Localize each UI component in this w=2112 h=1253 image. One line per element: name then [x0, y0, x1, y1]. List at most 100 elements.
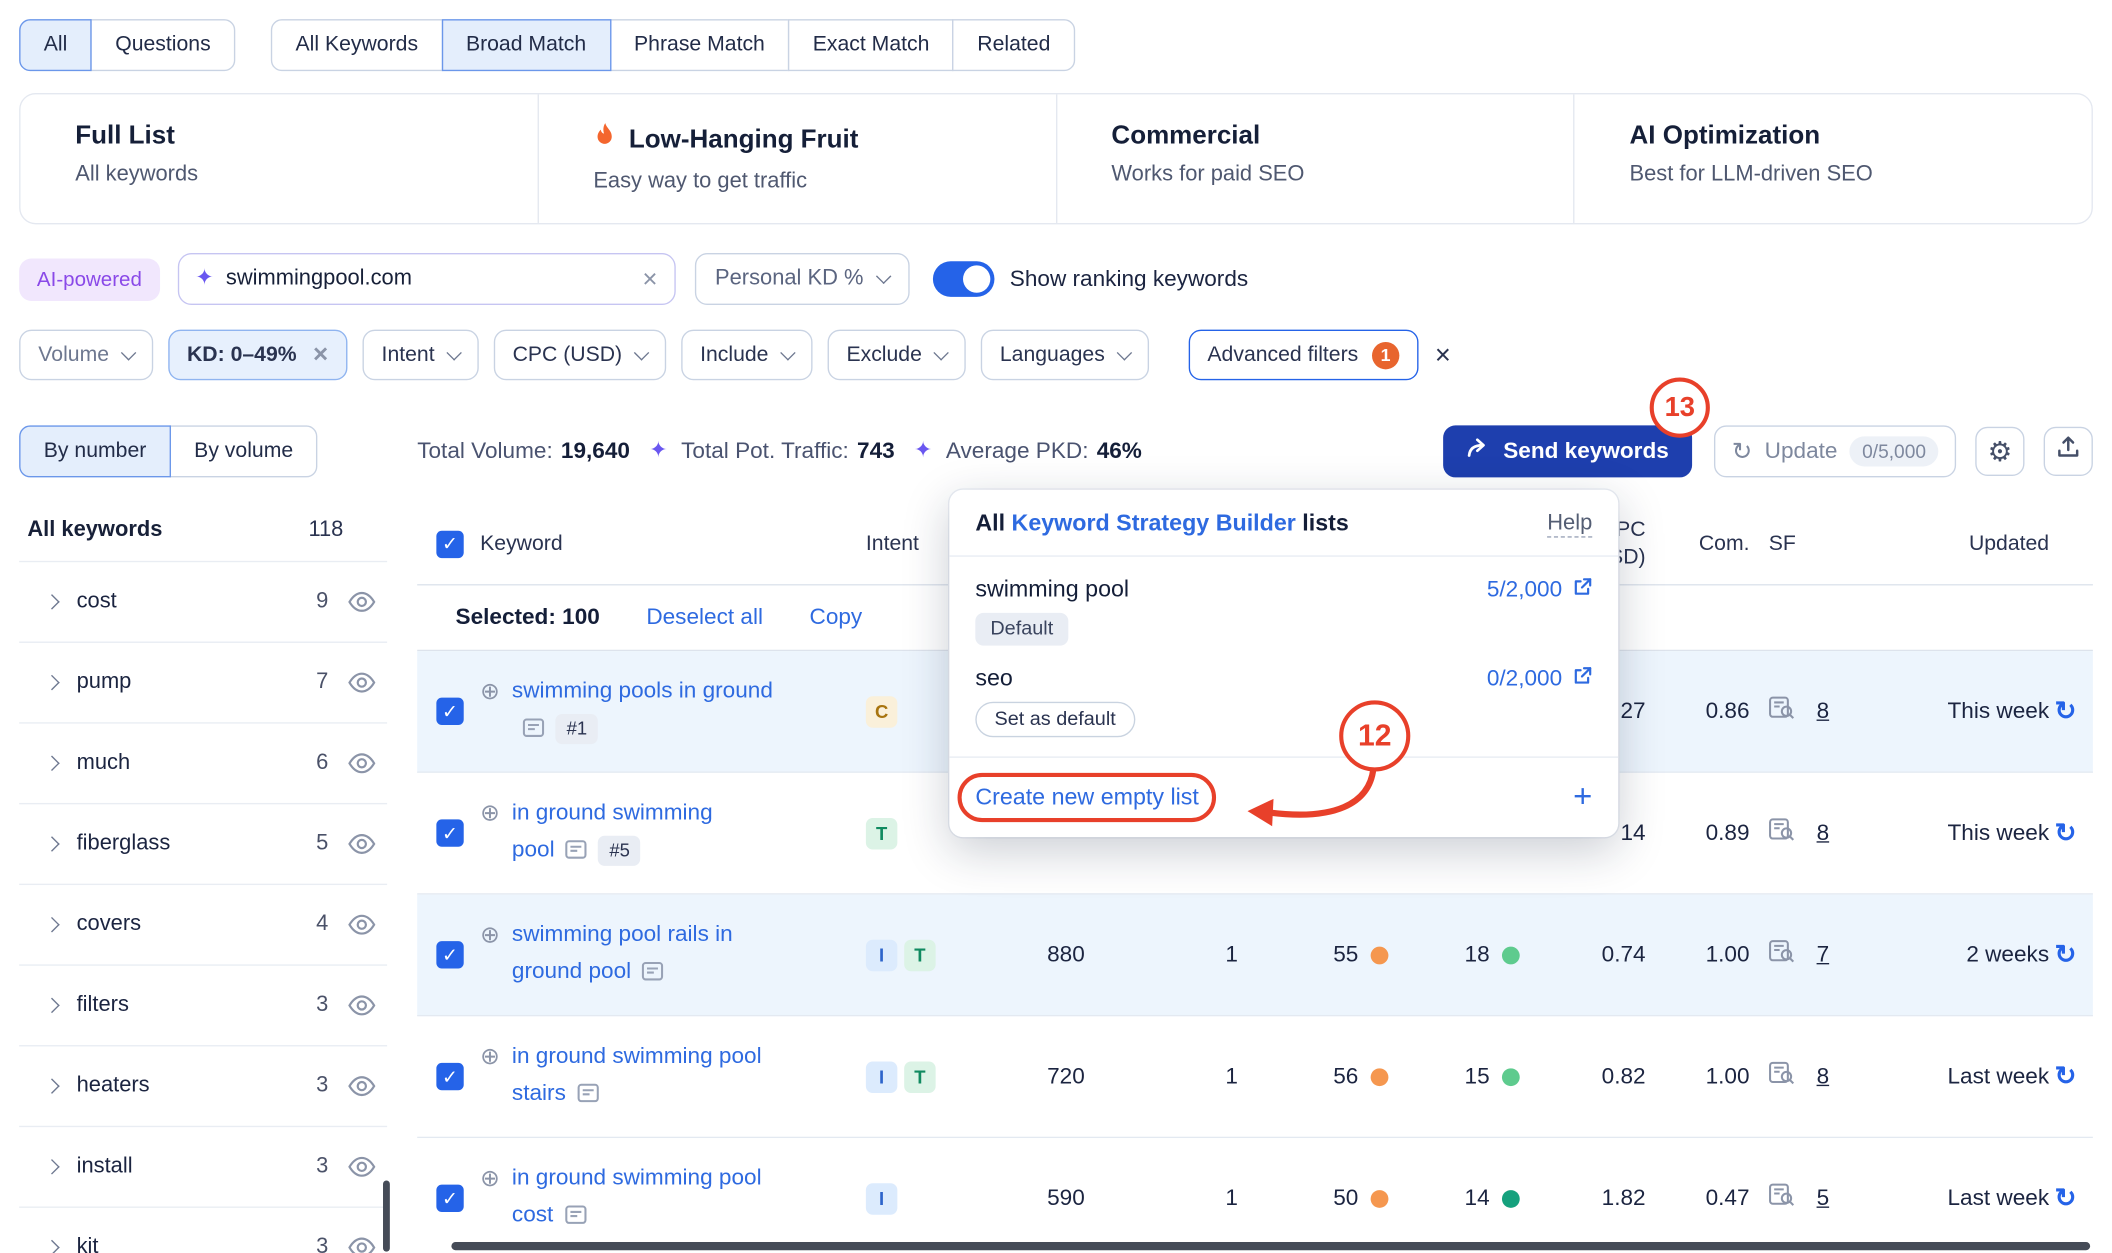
sidebar-item-cost[interactable]: cost 9: [19, 562, 387, 643]
add-list-icon[interactable]: +: [1573, 781, 1592, 814]
serp-page-icon[interactable]: [642, 956, 664, 993]
keyword-search-box[interactable]: ✦ ×: [177, 253, 675, 305]
update-button[interactable]: ↻ Update 0/5,000: [1714, 425, 1956, 477]
tab-by-volume[interactable]: By volume: [170, 425, 318, 477]
show-ranking-keywords-toggle[interactable]: [933, 261, 995, 297]
add-keyword-icon[interactable]: ⊕: [480, 795, 499, 872]
sidebar-item-install[interactable]: install 3: [19, 1127, 387, 1208]
set-as-default-button[interactable]: Set as default: [975, 702, 1135, 738]
remove-kd-filter-icon[interactable]: ×: [313, 342, 328, 368]
tab-questions[interactable]: Questions: [91, 19, 236, 71]
serp-preview-icon[interactable]: [1769, 1183, 1795, 1213]
search-input[interactable]: [226, 267, 630, 292]
col-header-keyword[interactable]: Keyword: [480, 531, 866, 556]
add-keyword-icon[interactable]: ⊕: [480, 1038, 499, 1115]
sf-count-link[interactable]: 5: [1817, 1185, 1830, 1211]
card-ai-optimization[interactable]: AI Optimization Best for LLM-driven SEO: [1573, 94, 2091, 223]
sidebar-item-fiberglass[interactable]: fiberglass 5: [19, 804, 387, 885]
filter-volume[interactable]: Volume: [19, 330, 153, 381]
row-checkbox[interactable]: ✓: [436, 698, 463, 725]
settings-button[interactable]: ⚙: [1975, 427, 2024, 476]
export-button[interactable]: [2044, 427, 2093, 476]
row-checkbox[interactable]: ✓: [436, 1185, 463, 1212]
sf-count-link[interactable]: 8: [1817, 1064, 1830, 1090]
sf-count-link[interactable]: 8: [1817, 820, 1830, 846]
filter-languages[interactable]: Languages: [981, 330, 1149, 381]
sidebar-item-pump[interactable]: pump 7: [19, 643, 387, 724]
tab-related[interactable]: Related: [953, 19, 1075, 71]
serp-preview-icon[interactable]: [1769, 1061, 1795, 1091]
eye-icon[interactable]: [347, 1075, 376, 1097]
select-all-checkbox[interactable]: ✓: [436, 530, 463, 557]
serp-page-icon[interactable]: [577, 1078, 599, 1115]
eye-icon[interactable]: [347, 914, 376, 936]
refresh-row-icon[interactable]: ↻: [2055, 939, 2093, 970]
filter-intent[interactable]: Intent: [362, 330, 478, 381]
serp-preview-icon[interactable]: [1769, 696, 1795, 726]
create-new-empty-list-link[interactable]: Create new empty list: [975, 784, 1199, 810]
filter-exclude[interactable]: Exclude: [827, 330, 965, 381]
add-keyword-icon[interactable]: ⊕: [480, 1160, 499, 1237]
send-keywords-button[interactable]: Send keywords: [1443, 425, 1692, 477]
keyword-link[interactable]: in ground swimming pool cost: [512, 1165, 762, 1227]
table-horizontal-scrollbar[interactable]: [451, 1242, 2090, 1250]
keyword-link[interactable]: swimming pools in ground: [512, 678, 773, 703]
add-keyword-icon[interactable]: ⊕: [480, 916, 499, 993]
card-low-hanging-fruit[interactable]: Low-Hanging Fruit Easy way to get traffi…: [537, 94, 1055, 223]
serp-preview-icon[interactable]: [1769, 940, 1795, 970]
row-checkbox[interactable]: ✓: [436, 819, 463, 846]
tab-all[interactable]: All: [19, 19, 92, 71]
eye-icon[interactable]: [347, 672, 376, 694]
eye-icon[interactable]: [347, 833, 376, 855]
serp-page-icon[interactable]: [566, 834, 588, 871]
personal-kd-dropdown[interactable]: Personal KD %: [695, 253, 910, 305]
serp-page-icon[interactable]: [564, 1200, 586, 1237]
tab-all-keywords[interactable]: All Keywords: [271, 19, 443, 71]
serp-preview-icon[interactable]: [1769, 818, 1795, 848]
keyword-link[interactable]: in ground swimming pool stairs: [512, 1044, 762, 1106]
clear-search-icon[interactable]: ×: [642, 266, 657, 292]
eye-icon[interactable]: [347, 1237, 376, 1253]
list-name[interactable]: seo: [975, 665, 1013, 692]
eye-icon[interactable]: [347, 591, 376, 613]
sidebar-item-kit[interactable]: kit 3: [19, 1208, 387, 1253]
refresh-row-icon[interactable]: ↻: [2055, 696, 2093, 727]
filter-cpc[interactable]: CPC (USD): [493, 330, 665, 381]
col-header-sf[interactable]: SF: [1755, 531, 1875, 556]
card-full-list[interactable]: Full List All keywords: [21, 94, 538, 223]
filter-advanced[interactable]: Advanced filters 1: [1188, 330, 1418, 381]
sidebar-scrollbar[interactable]: [383, 1180, 390, 1251]
strategy-builder-link[interactable]: Keyword Strategy Builder: [1012, 510, 1296, 536]
help-link[interactable]: Help: [1547, 511, 1592, 537]
filter-kd-active[interactable]: KD: 0–49% ×: [168, 330, 348, 381]
filter-include[interactable]: Include: [681, 330, 812, 381]
list-count-link[interactable]: 0/2,000: [1487, 665, 1592, 691]
tab-broad-match[interactable]: Broad Match: [441, 19, 610, 71]
card-commercial[interactable]: Commercial Works for paid SEO: [1055, 94, 1573, 223]
row-checkbox[interactable]: ✓: [436, 1063, 463, 1090]
sidebar-item-filters[interactable]: filters 3: [19, 966, 387, 1047]
col-header-com[interactable]: Com.: [1651, 531, 1755, 556]
eye-icon[interactable]: [347, 752, 376, 774]
list-name[interactable]: swimming pool: [975, 576, 1129, 603]
copy-link[interactable]: Copy: [810, 605, 863, 631]
sidebar-item-heaters[interactable]: heaters 3: [19, 1046, 387, 1127]
deselect-all-link[interactable]: Deselect all: [646, 605, 763, 631]
list-count-link[interactable]: 5/2,000: [1487, 577, 1592, 603]
eye-icon[interactable]: [347, 1156, 376, 1178]
sidebar-item-much[interactable]: much 6: [19, 724, 387, 805]
serp-page-icon[interactable]: [523, 713, 545, 750]
sidebar-item-covers[interactable]: covers 4: [19, 885, 387, 966]
add-keyword-icon[interactable]: ⊕: [480, 673, 499, 750]
tab-phrase-match[interactable]: Phrase Match: [609, 19, 789, 71]
eye-icon[interactable]: [347, 994, 376, 1016]
tab-exact-match[interactable]: Exact Match: [788, 19, 954, 71]
sf-count-link[interactable]: 7: [1817, 942, 1830, 968]
all-keywords-row[interactable]: All keywords 118: [19, 499, 387, 562]
remove-advanced-filters-icon[interactable]: ×: [1435, 341, 1451, 368]
tab-by-number[interactable]: By number: [19, 425, 171, 477]
row-checkbox[interactable]: ✓: [436, 941, 463, 968]
col-header-updated[interactable]: Updated: [1875, 531, 2054, 556]
keyword-link[interactable]: swimming pool rails in ground pool: [512, 922, 733, 984]
sf-count-link[interactable]: 8: [1817, 698, 1830, 724]
